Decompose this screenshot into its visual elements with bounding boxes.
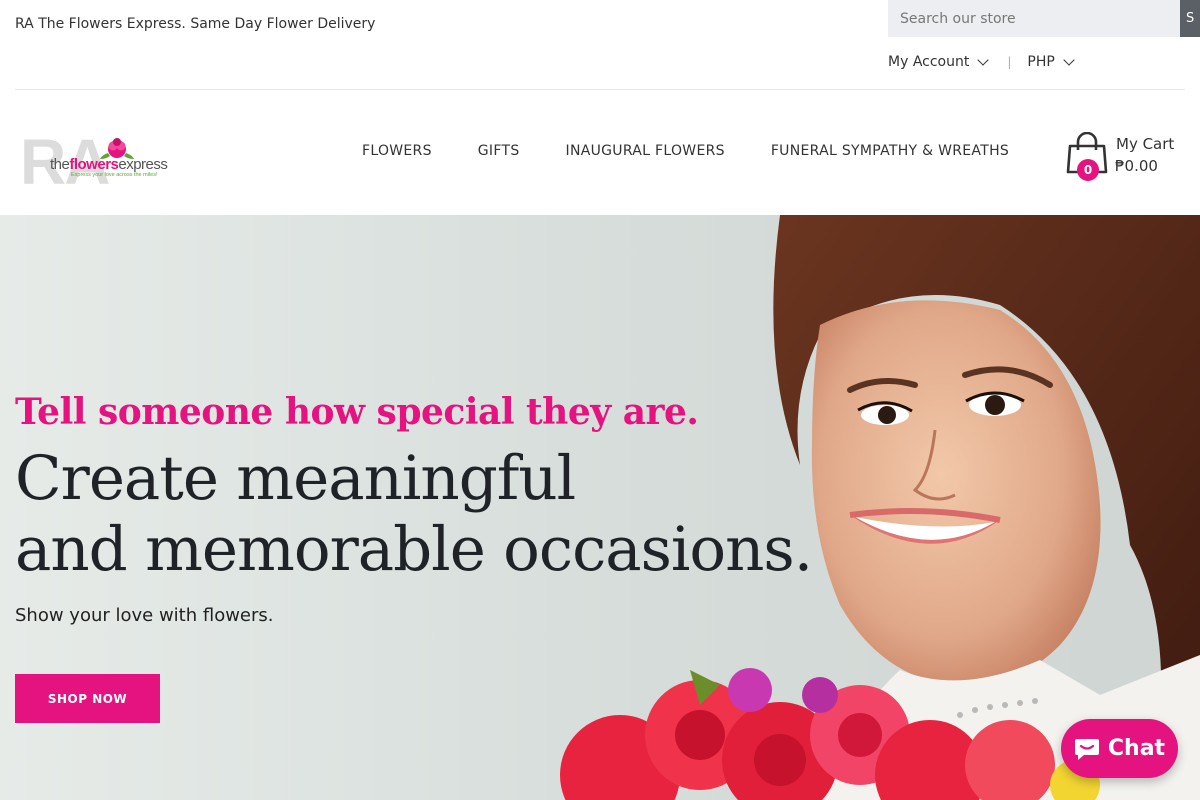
search-bar: S xyxy=(888,0,1200,37)
logo-slogan: Express your love across the miles! xyxy=(71,172,158,178)
chevron-down-icon xyxy=(1063,54,1075,66)
site-tagline: RA The Flowers Express. Same Day Flower … xyxy=(15,16,376,32)
my-account-label: My Account xyxy=(888,54,970,70)
nav-item-flowers[interactable]: FLOWERS xyxy=(362,143,432,159)
my-account-dropdown[interactable]: My Account xyxy=(888,54,990,70)
nav-item-inaugural-flowers[interactable]: INAUGURAL FLOWERS xyxy=(566,143,725,159)
cart-widget[interactable]: 0 My Cart ₱0.00 xyxy=(1066,132,1186,182)
svg-text:theflowersexpress: theflowersexpress xyxy=(50,156,167,173)
currency-dropdown[interactable]: PHP xyxy=(1027,54,1075,70)
hero-title: Create meaningful and memorable occasion… xyxy=(15,443,813,585)
hero-title-line-1: Create meaningful xyxy=(15,443,576,514)
main-nav: FLOWERS GIFTS INAUGURAL FLOWERS FUNERAL … xyxy=(362,143,1009,159)
logo-brand-prefix: the xyxy=(50,156,70,173)
header-divider xyxy=(15,89,1185,90)
account-row: My Account | PHP xyxy=(888,52,1075,72)
hero-text: Show your love with flowers. xyxy=(15,605,274,626)
cart-total: ₱0.00 xyxy=(1115,157,1158,175)
hero-subtitle: Tell someone how special they are. xyxy=(15,391,699,433)
chat-button[interactable]: Chat xyxy=(1061,719,1178,778)
shop-now-button[interactable]: SHOP NOW xyxy=(15,674,160,723)
logo-brand-bold: flowers xyxy=(69,156,118,173)
hero-banner: Tell someone how special they are. Creat… xyxy=(0,215,1200,800)
separator: | xyxy=(1007,55,1012,69)
chat-bubble-icon xyxy=(1074,738,1099,760)
logo[interactable]: RA theflowersexpress Express your love a… xyxy=(20,128,175,188)
search-button[interactable]: S xyxy=(1180,0,1200,37)
search-input[interactable] xyxy=(888,0,1180,37)
hero-title-line-2: and memorable occasions. xyxy=(15,514,813,585)
nav-item-funeral-sympathy-wreaths[interactable]: FUNERAL SYMPATHY & WREATHS xyxy=(771,143,1009,159)
cart-label: My Cart xyxy=(1116,135,1175,153)
logo-brand-suffix: express xyxy=(118,156,167,173)
chevron-down-icon xyxy=(977,54,990,66)
cart-count-badge: 0 xyxy=(1077,159,1099,181)
nav-item-gifts[interactable]: GIFTS xyxy=(478,143,520,159)
currency-label: PHP xyxy=(1027,54,1055,70)
chat-label: Chat xyxy=(1107,736,1166,761)
